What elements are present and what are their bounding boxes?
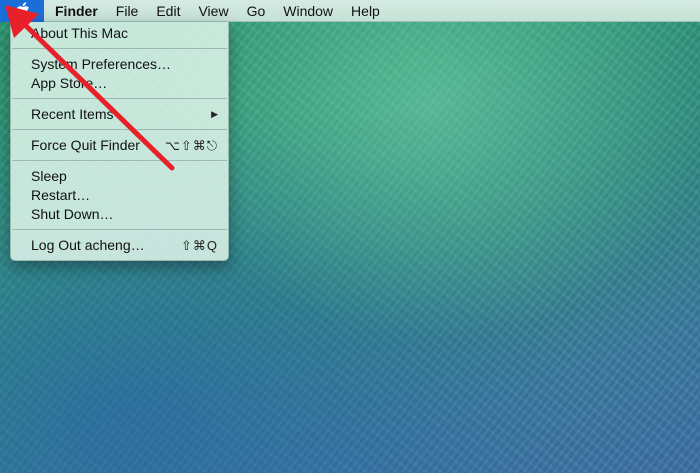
menu-separator [12, 48, 227, 49]
menu-item-force-quit[interactable]: Force Quit Finder ⌥⇧⌘⎋ [11, 136, 228, 155]
menu-item-label: App Store… [31, 75, 108, 91]
menu-item-system-preferences[interactable]: System Preferences… [11, 55, 228, 74]
menu-item-label: Force Quit Finder [31, 137, 140, 153]
menu-separator [12, 98, 227, 99]
menu-separator [12, 229, 227, 230]
menu-item-about-this-mac[interactable]: About This Mac [11, 24, 228, 43]
menu-item-app-store[interactable]: App Store… [11, 74, 228, 93]
menu-item-label: About This Mac [31, 25, 129, 41]
menu-item-log-out[interactable]: Log Out acheng… ⇧⌘Q [11, 236, 228, 255]
menu-item-label: Restart… [31, 187, 91, 203]
menu-separator [12, 129, 227, 130]
menu-item-label: Log Out acheng… [31, 237, 145, 253]
apple-icon [15, 2, 30, 19]
menu-help[interactable]: Help [342, 0, 389, 22]
desktop: Finder File Edit View Go Window Help Abo… [0, 0, 700, 473]
menu-item-label: System Preferences… [31, 56, 172, 72]
menu-item-label: Sleep [31, 168, 67, 184]
menu-item-restart[interactable]: Restart… [11, 186, 228, 205]
menu-item-recent-items[interactable]: Recent Items ▶ [11, 105, 228, 124]
keyboard-shortcut: ⇧⌘Q [180, 238, 218, 253]
menu-go[interactable]: Go [238, 0, 275, 22]
menu-item-label: Shut Down… [31, 206, 114, 222]
menu-window[interactable]: Window [274, 0, 342, 22]
menu-item-sleep[interactable]: Sleep [11, 167, 228, 186]
submenu-arrow-icon: ▶ [211, 109, 218, 119]
menu-item-shut-down[interactable]: Shut Down… [11, 205, 228, 224]
menu-finder[interactable]: Finder [46, 0, 107, 22]
apple-menu-button[interactable] [0, 0, 44, 22]
menu-bar: Finder File Edit View Go Window Help [0, 0, 700, 22]
menu-view[interactable]: View [189, 0, 237, 22]
menu-file[interactable]: File [107, 0, 148, 22]
menu-separator [12, 160, 227, 161]
menu-item-label: Recent Items [31, 106, 114, 122]
apple-menu-dropdown: About This Mac System Preferences… App S… [10, 22, 229, 261]
keyboard-shortcut: ⌥⇧⌘⎋ [164, 138, 218, 153]
menu-edit[interactable]: Edit [147, 0, 189, 22]
